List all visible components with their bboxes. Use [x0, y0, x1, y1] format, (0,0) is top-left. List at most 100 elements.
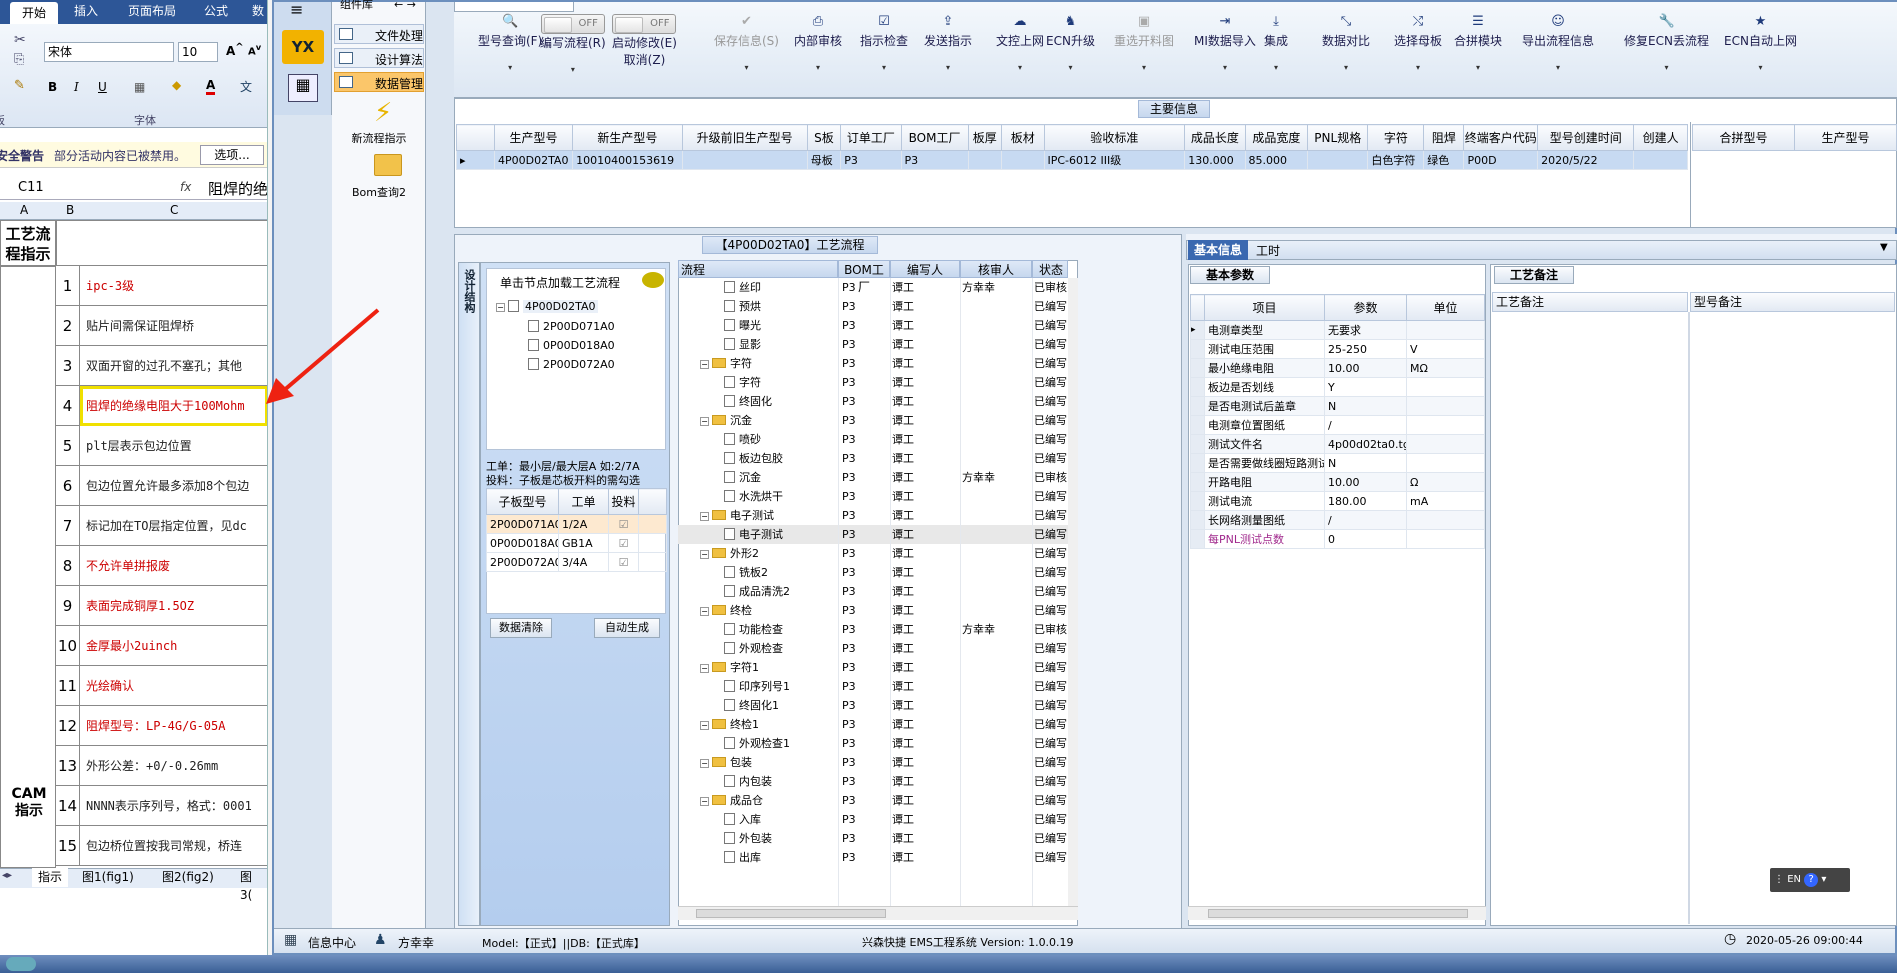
- main-col-header[interactable]: 生产型号: [493, 124, 574, 151]
- param-row[interactable]: 开路电阻 10.00 Ω: [1190, 472, 1485, 492]
- toolbar-button-8[interactable]: ♞ ECN升级 ▾: [1046, 14, 1095, 72]
- flow-row[interactable]: 预烘 P3 谭工 已编写: [678, 297, 1068, 316]
- row-number[interactable]: 3: [56, 346, 80, 386]
- sub-row-3-order[interactable]: 3/4A: [558, 552, 609, 572]
- param-value[interactable]: 180.00: [1324, 491, 1407, 511]
- italic-button[interactable]: I: [74, 80, 79, 94]
- params-hscroll[interactable]: [1188, 906, 1486, 920]
- toolbar-button-12[interactable]: ⤡ 数据对比 ▾: [1322, 14, 1370, 72]
- dropdown-icon[interactable]: ▾: [1264, 63, 1288, 72]
- fx-icon[interactable]: fx: [180, 180, 191, 194]
- sheet-tab-4[interactable]: 图3(: [236, 868, 267, 902]
- row-text[interactable]: plt层表示包边位置: [86, 426, 267, 466]
- main-cell[interactable]: 绿色: [1423, 150, 1465, 170]
- sub-col-feed[interactable]: 投料: [608, 488, 639, 515]
- hscroll-thumb[interactable]: [696, 909, 886, 918]
- param-value[interactable]: 0: [1324, 529, 1407, 549]
- collapse-icon[interactable]: −: [700, 759, 709, 768]
- toolbar-button-17[interactable]: ★ ECN自动上网 ▾: [1724, 14, 1797, 72]
- toolbar-button-3[interactable]: ✔ 保存信息(S) ▾: [714, 14, 779, 72]
- name-box[interactable]: C11: [18, 180, 114, 195]
- flow-hscroll[interactable]: [678, 906, 1078, 920]
- nav-tab[interactable]: 组件库: [340, 0, 373, 12]
- toggle-switch[interactable]: OFF: [612, 14, 677, 34]
- col-c[interactable]: C: [170, 203, 178, 217]
- start-icon[interactable]: [6, 957, 36, 971]
- flow-row[interactable]: 终固化 P3 谭工 已编写: [678, 392, 1068, 411]
- dropdown-icon[interactable]: ▾: [478, 63, 542, 72]
- row-text[interactable]: 阻焊型号：LP-4G/G-05A: [86, 706, 267, 746]
- flow-row[interactable]: 外包装 P3 谭工 已编写: [678, 829, 1068, 848]
- clear-data-button[interactable]: 数据清除: [490, 618, 552, 638]
- language-bar[interactable]: ⋮ EN ? ▾: [1770, 868, 1850, 892]
- formula-text[interactable]: 阻焊的绝: [208, 178, 267, 199]
- format-painter-icon[interactable]: ✎: [14, 78, 25, 93]
- toggle-switch[interactable]: OFF: [540, 14, 605, 34]
- sub-col-order[interactable]: 工单: [558, 488, 609, 515]
- dropdown-icon[interactable]: ▾: [1322, 63, 1370, 72]
- excel-tab-layout[interactable]: 页面布局: [120, 0, 184, 22]
- row-text[interactable]: 贴片间需保证阻焊桥: [86, 306, 267, 346]
- tab-basic-info[interactable]: 基本信息: [1188, 240, 1248, 260]
- main-cell[interactable]: 130.000: [1184, 150, 1246, 170]
- flow-col-writer[interactable]: 编写人: [890, 260, 960, 278]
- calculator-icon[interactable]: ▦: [288, 74, 318, 102]
- grid-icon[interactable]: ▦: [284, 932, 297, 948]
- dropdown-icon[interactable]: ▾: [1046, 63, 1095, 72]
- row-text[interactable]: ipc-3级: [86, 266, 267, 306]
- back-icon[interactable]: ← →: [394, 0, 416, 11]
- param-value[interactable]: 无要求: [1324, 320, 1407, 340]
- row-text[interactable]: 不允许单拼报废: [86, 546, 267, 586]
- copy-icon[interactable]: ⎘: [14, 52, 24, 67]
- collapse-icon[interactable]: −: [700, 664, 709, 673]
- main-cell[interactable]: [1307, 150, 1369, 170]
- main-cell[interactable]: [681, 150, 808, 170]
- dropdown-icon[interactable]: ▾: [1394, 63, 1442, 72]
- dropdown-icon[interactable]: ▾: [924, 63, 972, 72]
- main-col-header[interactable]: 创建人: [1633, 124, 1688, 151]
- merge-col-header[interactable]: 合拼型号: [1692, 124, 1795, 151]
- flow-row[interactable]: 丝印 P3 谭工 方幸幸 已审核: [678, 278, 1068, 297]
- auto-generate-button[interactable]: 自动生成: [594, 618, 660, 638]
- toolbar-button-11[interactable]: ⤓ 集成 ▾: [1264, 14, 1288, 72]
- param-row[interactable]: 测试电流 180.00 mA: [1190, 491, 1485, 511]
- flow-row[interactable]: 终固化1 P3 谭工 已编写: [678, 696, 1068, 715]
- flow-row[interactable]: − 字符 P3 谭工 已编写: [678, 354, 1068, 373]
- param-row[interactable]: 电测章位置图纸 /: [1190, 415, 1485, 435]
- flow-row[interactable]: 外观检查 P3 谭工 已编写: [678, 639, 1068, 658]
- tree-root[interactable]: − 4P00D02TA0: [496, 300, 598, 313]
- main-cell[interactable]: 母板: [806, 150, 842, 170]
- basic-params-tab[interactable]: 基本参数: [1190, 266, 1270, 284]
- flow-row[interactable]: − 字符1 P3 谭工 已编写: [678, 658, 1068, 677]
- main-cell[interactable]: 10010400153619: [572, 150, 683, 170]
- toolbar-button-10[interactable]: ⇥ MI数据导入 ▾: [1194, 14, 1256, 72]
- tab-dropdown-icon[interactable]: ▼: [1880, 242, 1888, 253]
- collapse-icon[interactable]: −: [496, 303, 505, 312]
- row-number[interactable]: 5: [56, 426, 80, 466]
- main-cell[interactable]: P00D: [1463, 150, 1539, 170]
- params-hscroll-thumb[interactable]: [1208, 909, 1468, 918]
- flow-row[interactable]: 曝光 P3 谭工 已编写: [678, 316, 1068, 335]
- main-col-header[interactable]: BOM工厂: [900, 124, 969, 151]
- flow-row[interactable]: − 电子测试 P3 谭工 已编写: [678, 506, 1068, 525]
- excel-tab-home[interactable]: 开始: [10, 2, 58, 24]
- nav-item-algo[interactable]: 设计算法: [334, 48, 424, 68]
- flow-row[interactable]: 喷砂 P3 谭工 已编写: [678, 430, 1068, 449]
- flow-row[interactable]: 功能检查 P3 谭工 方幸幸 已审核: [678, 620, 1068, 639]
- menu-icon[interactable]: ≡: [290, 0, 303, 19]
- main-cell[interactable]: 白色字符: [1367, 150, 1425, 170]
- main-cell[interactable]: P3: [840, 150, 902, 170]
- flow-row[interactable]: − 终检 P3 谭工 已编写: [678, 601, 1068, 620]
- flow-row[interactable]: 板边包胶 P3 谭工 已编写: [678, 449, 1068, 468]
- main-col-header[interactable]: 型号创建时间: [1537, 124, 1635, 151]
- dropdown-icon[interactable]: ▾: [540, 65, 606, 74]
- toolbar-button-4[interactable]: ⎙ 内部审核 ▾: [794, 14, 842, 72]
- dropdown-icon[interactable]: ▾: [1522, 63, 1594, 72]
- main-col-header[interactable]: PNL规格: [1307, 124, 1369, 151]
- param-row[interactable]: 长网络测量图纸 /: [1190, 510, 1485, 530]
- flow-row[interactable]: 字符 P3 谭工 已编写: [678, 373, 1068, 392]
- main-col-header[interactable]: 终端客户代码: [1463, 124, 1539, 151]
- toolbar-button-13[interactable]: ⤭ 选择母板 ▾: [1394, 14, 1442, 72]
- new-process-label[interactable]: 新流程指示: [332, 130, 426, 146]
- tree-child-3[interactable]: 2P00D072A0: [528, 358, 615, 371]
